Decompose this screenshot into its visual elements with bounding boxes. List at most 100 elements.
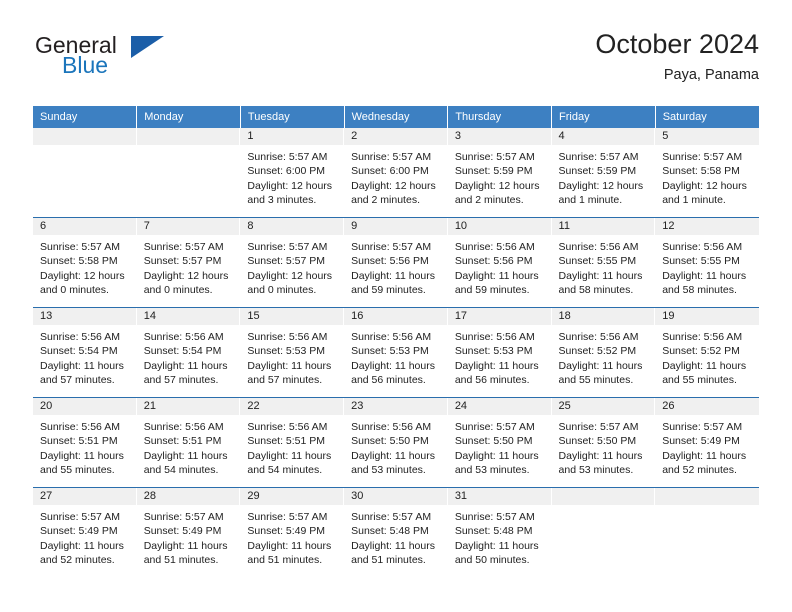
day-cell-inner: 16 Sunrise: 5:56 AM Sunset: 5:53 PM Dayligh… (344, 308, 448, 397)
calendar-day-cell[interactable]: 14 Sunrise: 5:56 AM Sunset: 5:54 PM Dayligh… (136, 307, 241, 398)
calendar-day-cell[interactable]: 29 Sunrise: 5:57 AM Sunset: 5:49 PM Dayligh… (240, 487, 345, 577)
day-details: Sunrise: 5:56 AM Sunset: 5:51 PM Daylight:… (33, 415, 137, 477)
day-number: 24 (447, 398, 552, 415)
calendar-day-cell[interactable]: 4 Sunrise: 5:57 AM Sunset: 5:59 PM Daylight… (551, 128, 656, 218)
calendar-day-cell[interactable]: 21 Sunrise: 5:56 AM Sunset: 5:51 PM Dayligh… (136, 397, 241, 488)
calendar-week-row: 6 Sunrise: 5:57 AM Sunset: 5:58 PM Daylight… (33, 217, 759, 308)
daylight-text: Daylight: 11 hours and 59 minutes. (351, 269, 435, 296)
day-cell-inner: 14 Sunrise: 5:56 AM Sunset: 5:54 PM Dayligh… (136, 308, 241, 397)
calendar-day-cell[interactable]: 19 Sunrise: 5:56 AM Sunset: 5:52 PM Dayligh… (655, 307, 759, 398)
sunset-text: Sunset: 5:52 PM (662, 345, 740, 358)
day-cell-inner: 7 Sunrise: 5:57 AM Sunset: 5:57 PM Daylight… (136, 218, 241, 307)
day-number: 16 (344, 308, 448, 325)
calendar-day-cell[interactable]: 9 Sunrise: 5:57 AM Sunset: 5:56 PM Daylight… (344, 217, 448, 308)
sunset-text: Sunset: 5:59 PM (558, 165, 637, 178)
calendar-day-cell[interactable]: 18 Sunrise: 5:56 AM Sunset: 5:52 PM Dayligh… (551, 307, 656, 398)
day-cell-inner: 22 Sunrise: 5:56 AM Sunset: 5:51 PM Dayligh… (240, 398, 345, 487)
sunrise-text: Sunrise: 5:57 AM (351, 241, 432, 253)
calendar-day-cell[interactable]: 6 Sunrise: 5:57 AM Sunset: 5:58 PM Daylight… (33, 217, 137, 308)
day-cell-inner: 25 Sunrise: 5:57 AM Sunset: 5:50 PM Dayligh… (551, 398, 656, 487)
calendar-day-cell[interactable]: 25 Sunrise: 5:57 AM Sunset: 5:50 PM Dayligh… (551, 397, 656, 488)
calendar-day-cell[interactable]: 11 Sunrise: 5:56 AM Sunset: 5:55 PM Dayligh… (551, 217, 656, 308)
daylight-text: Daylight: 11 hours and 58 minutes. (662, 269, 747, 296)
day-number: 14 (136, 308, 241, 325)
sunrise-text: Sunrise: 5:57 AM (143, 511, 224, 523)
daylight-text: Daylight: 11 hours and 51 minutes. (351, 539, 435, 566)
calendar-day-cell[interactable]: 27 Sunrise: 5:57 AM Sunset: 5:49 PM Dayligh… (33, 487, 137, 577)
daylight-text: Daylight: 11 hours and 59 minutes. (454, 269, 539, 296)
calendar-day-cell[interactable]: 10 Sunrise: 5:56 AM Sunset: 5:56 PM Dayligh… (447, 217, 552, 308)
sunrise-text: Sunrise: 5:56 AM (247, 331, 328, 343)
calendar-day-cell[interactable]: 23 Sunrise: 5:56 AM Sunset: 5:50 PM Dayligh… (344, 397, 448, 488)
sunset-text: Sunset: 5:56 PM (351, 255, 429, 268)
day-number: 1 (240, 128, 345, 145)
sunset-text: Sunset: 5:54 PM (143, 345, 222, 358)
calendar-day-cell[interactable]: 31 Sunrise: 5:57 AM Sunset: 5:48 PM Dayligh… (447, 487, 552, 577)
day-number: 20 (33, 398, 137, 415)
calendar-day-cell[interactable]: 17 Sunrise: 5:56 AM Sunset: 5:53 PM Dayligh… (447, 307, 552, 398)
calendar-day-cell[interactable]: 7 Sunrise: 5:57 AM Sunset: 5:57 PM Daylight… (136, 217, 241, 308)
day-cell-inner: 6 Sunrise: 5:57 AM Sunset: 5:58 PM Daylight… (33, 218, 137, 307)
sunset-text: Sunset: 5:52 PM (558, 345, 637, 358)
calendar-day-cell[interactable]: 30 Sunrise: 5:57 AM Sunset: 5:48 PM Dayligh… (344, 487, 448, 577)
calendar-day-cell[interactable]: 20 Sunrise: 5:56 AM Sunset: 5:51 PM Dayligh… (33, 397, 137, 488)
day-number (551, 488, 656, 505)
sunset-text: Sunset: 5:50 PM (351, 435, 429, 448)
daylight-text: Daylight: 11 hours and 55 minutes. (662, 359, 747, 386)
daylight-text: Daylight: 11 hours and 54 minutes. (143, 449, 228, 476)
calendar-empty-cell (551, 487, 656, 577)
day-details: Sunrise: 5:56 AM Sunset: 5:50 PM Daylight:… (344, 415, 448, 477)
calendar-day-cell[interactable]: 16 Sunrise: 5:56 AM Sunset: 5:53 PM Dayligh… (344, 307, 448, 398)
general-blue-logo[interactable]: General Blue (33, 32, 213, 88)
sunrise-text: Sunrise: 5:56 AM (662, 331, 743, 343)
day-details: Sunrise: 5:57 AM Sunset: 5:48 PM Daylight:… (344, 505, 448, 567)
sunset-text: Sunset: 5:51 PM (247, 435, 326, 448)
day-cell-inner: 9 Sunrise: 5:57 AM Sunset: 5:56 PM Daylight… (344, 218, 448, 307)
calendar-day-cell[interactable]: 12 Sunrise: 5:56 AM Sunset: 5:55 PM Dayligh… (655, 217, 759, 308)
calendar-day-cell[interactable]: 22 Sunrise: 5:56 AM Sunset: 5:51 PM Dayligh… (240, 397, 345, 488)
daylight-text: Daylight: 11 hours and 56 minutes. (351, 359, 435, 386)
calendar-day-cell[interactable]: 3 Sunrise: 5:57 AM Sunset: 5:59 PM Daylight… (447, 128, 552, 218)
sunset-text: Sunset: 5:56 PM (454, 255, 533, 268)
daylight-text: Daylight: 11 hours and 58 minutes. (558, 269, 643, 296)
day-details: Sunrise: 5:57 AM Sunset: 5:59 PM Daylight:… (448, 145, 552, 207)
daylight-text: Daylight: 12 hours and 3 minutes. (247, 179, 333, 206)
day-cell-inner: 20 Sunrise: 5:56 AM Sunset: 5:51 PM Dayligh… (33, 398, 137, 487)
day-details: Sunrise: 5:56 AM Sunset: 5:52 PM Daylight:… (655, 325, 759, 387)
calendar-week-row: 1 Sunrise: 5:57 AM Sunset: 6:00 PM Daylight… (33, 128, 759, 218)
day-number: 30 (344, 488, 448, 505)
calendar-day-cell[interactable]: 28 Sunrise: 5:57 AM Sunset: 5:49 PM Dayligh… (136, 487, 241, 577)
sunset-text: Sunset: 5:59 PM (454, 165, 533, 178)
weekday-header-saturday: Saturday (655, 106, 759, 128)
calendar-day-cell[interactable]: 15 Sunrise: 5:56 AM Sunset: 5:53 PM Dayligh… (240, 307, 345, 398)
day-number: 3 (447, 128, 552, 145)
sunset-text: Sunset: 5:51 PM (40, 435, 118, 448)
day-cell-inner: 29 Sunrise: 5:57 AM Sunset: 5:49 PM Dayligh… (240, 488, 345, 577)
sunrise-text: Sunrise: 5:56 AM (351, 331, 432, 343)
sunset-text: Sunset: 5:50 PM (454, 435, 533, 448)
day-number: 31 (447, 488, 552, 505)
sunrise-sunset-calendar: Sunday Monday Tuesday Wednesday Thursday Frid… (33, 106, 759, 577)
sunrise-text: Sunrise: 5:57 AM (558, 421, 639, 433)
calendar-empty-cell (33, 128, 137, 218)
sunrise-text: Sunrise: 5:57 AM (454, 151, 535, 163)
day-cell-inner: 11 Sunrise: 5:56 AM Sunset: 5:55 PM Dayligh… (551, 218, 656, 307)
sunrise-text: Sunrise: 5:56 AM (558, 331, 639, 343)
daylight-text: Daylight: 12 hours and 0 minutes. (40, 269, 125, 296)
location-subtitle: Paya, Panama (663, 67, 759, 83)
calendar-day-cell[interactable]: 8 Sunrise: 5:57 AM Sunset: 5:57 PM Daylight… (240, 217, 345, 308)
calendar-day-cell[interactable]: 1 Sunrise: 5:57 AM Sunset: 6:00 PM Daylight… (240, 128, 345, 218)
day-details: Sunrise: 5:57 AM Sunset: 5:59 PM Daylight:… (552, 145, 656, 207)
page-title: October 2024 (595, 29, 759, 59)
calendar-day-cell[interactable]: 2 Sunrise: 5:57 AM Sunset: 6:00 PM Daylight… (344, 128, 448, 218)
calendar-day-cell[interactable]: 5 Sunrise: 5:57 AM Sunset: 5:58 PM Daylight… (655, 128, 759, 218)
calendar-week-row: 20 Sunrise: 5:56 AM Sunset: 5:51 PM Dayligh… (33, 397, 759, 488)
daylight-text: Daylight: 11 hours and 55 minutes. (558, 359, 643, 386)
sunset-text: Sunset: 5:49 PM (40, 525, 118, 538)
calendar-day-cell[interactable]: 26 Sunrise: 5:57 AM Sunset: 5:49 PM Dayligh… (655, 397, 759, 488)
calendar-day-cell[interactable]: 24 Sunrise: 5:57 AM Sunset: 5:50 PM Dayligh… (447, 397, 552, 488)
day-details: Sunrise: 5:56 AM Sunset: 5:53 PM Daylight:… (344, 325, 448, 387)
daylight-text: Daylight: 11 hours and 53 minutes. (351, 449, 435, 476)
sunset-text: Sunset: 5:48 PM (351, 525, 429, 538)
calendar-day-cell[interactable]: 13 Sunrise: 5:56 AM Sunset: 5:54 PM Dayligh… (33, 307, 137, 398)
